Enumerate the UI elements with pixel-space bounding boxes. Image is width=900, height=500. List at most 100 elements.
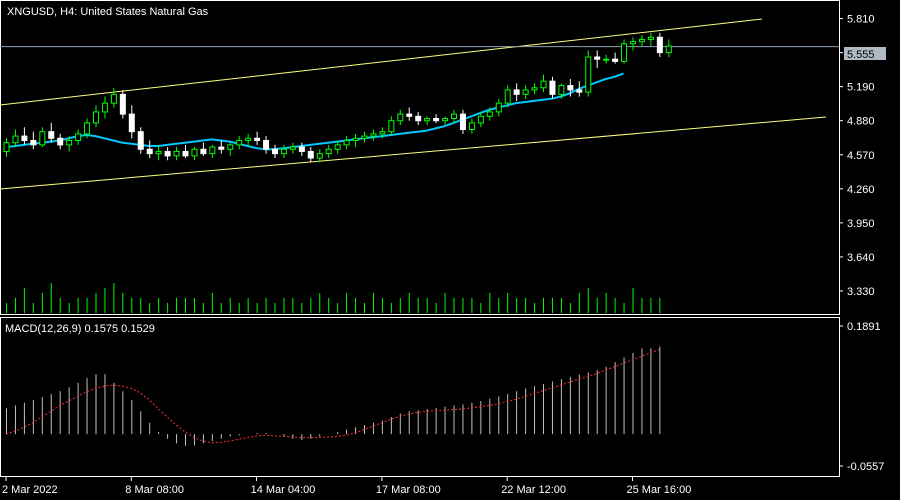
current-price-tag: 5.555 xyxy=(844,47,886,61)
candle-body xyxy=(495,102,502,113)
candle xyxy=(289,142,296,154)
candle-body xyxy=(66,139,73,146)
candle xyxy=(495,98,502,117)
candle-body xyxy=(370,133,377,137)
price-tick-label: 4.570 xyxy=(847,150,875,162)
candle-body xyxy=(361,135,368,139)
candle-body xyxy=(612,58,619,62)
candle-body xyxy=(451,113,457,120)
price-tick-label: 5.190 xyxy=(847,82,875,94)
symbol-title: XNGUSD, H4: United States Natural Gas xyxy=(7,6,209,18)
candle xyxy=(361,131,368,143)
candle xyxy=(513,83,520,101)
price-tick-label: 3.640 xyxy=(847,252,875,264)
candle xyxy=(352,133,359,148)
candle-body xyxy=(594,56,601,60)
candle xyxy=(603,54,610,64)
candle xyxy=(656,32,663,58)
candle-body xyxy=(540,80,547,89)
candle-body xyxy=(558,85,565,95)
candle xyxy=(75,129,82,145)
candle xyxy=(93,105,99,128)
candle xyxy=(173,147,180,161)
candle-body xyxy=(164,150,171,157)
candle xyxy=(12,129,19,148)
candle xyxy=(459,109,466,134)
candle-body xyxy=(119,93,126,115)
price-axis[interactable]: 5.8105.5005.1904.8804.5704.2603.9503.640… xyxy=(839,14,884,473)
candle xyxy=(119,89,126,119)
candle xyxy=(647,32,654,47)
candle-body xyxy=(137,131,144,150)
candles[interactable] xyxy=(3,32,672,163)
candle-body xyxy=(406,113,413,117)
candle-body xyxy=(585,56,592,93)
candle-body xyxy=(298,146,305,152)
candle-body xyxy=(254,137,261,141)
macd-histogram xyxy=(6,346,661,446)
price-tick-label: 4.260 xyxy=(847,184,875,196)
candle-body xyxy=(245,137,252,141)
candle-body xyxy=(84,122,91,135)
candle-body xyxy=(227,144,234,150)
candle xyxy=(594,50,601,68)
candle xyxy=(164,147,171,161)
candle-body xyxy=(388,120,395,133)
candle xyxy=(325,144,332,159)
candle xyxy=(48,122,55,143)
candle xyxy=(101,96,108,119)
candle-body xyxy=(209,146,216,155)
price-tick-label: 5.810 xyxy=(847,14,875,26)
candle xyxy=(549,76,556,99)
chart-canvas[interactable]: 5.8105.5005.1904.8804.5704.2603.9503.640… xyxy=(0,0,900,500)
candle xyxy=(218,140,225,154)
candle-body xyxy=(155,150,162,155)
candle xyxy=(57,133,64,150)
channel-lower-line xyxy=(0,116,827,190)
price-tick-label: 3.950 xyxy=(847,218,875,230)
candle-body xyxy=(93,111,99,124)
price-tick-label: 3.330 xyxy=(847,286,875,298)
candle-body xyxy=(665,45,672,54)
candle-body xyxy=(531,87,538,91)
candle xyxy=(531,83,538,95)
candle-body xyxy=(272,148,278,155)
candle-body xyxy=(630,41,636,45)
candle-body xyxy=(415,115,422,122)
candle-body xyxy=(647,36,654,40)
candle-body xyxy=(101,102,108,113)
macd-tick-label: -0.0557 xyxy=(847,461,884,473)
candle-body xyxy=(3,142,10,152)
candle-body xyxy=(307,150,314,159)
candle-body xyxy=(263,139,270,150)
candle-body xyxy=(343,139,350,146)
candle-body xyxy=(128,113,135,133)
candle-body xyxy=(236,139,243,146)
candle xyxy=(298,142,305,156)
candle-body xyxy=(48,131,55,139)
candle xyxy=(665,39,672,58)
candle-body xyxy=(442,118,449,122)
candle xyxy=(263,136,270,154)
candle-body xyxy=(433,118,440,122)
candle xyxy=(128,105,135,139)
candle xyxy=(254,131,261,145)
candle-body xyxy=(110,93,117,104)
time-axis[interactable]: 2 Mar 2022 8 Mar 08:00 14 Mar 04:00 17 Mar … xyxy=(2,476,691,496)
candle xyxy=(638,35,645,47)
candle-body xyxy=(504,89,511,104)
candle-body xyxy=(30,139,37,146)
candle-body xyxy=(468,122,475,130)
candle-body xyxy=(549,80,556,95)
volume-bars xyxy=(6,283,661,313)
candle-body xyxy=(567,85,574,91)
candle xyxy=(388,116,395,137)
candle xyxy=(468,118,475,134)
candle xyxy=(370,129,377,141)
candle xyxy=(146,140,153,159)
candle xyxy=(406,107,413,121)
candle-body xyxy=(280,148,287,155)
candle-body xyxy=(146,148,153,155)
candle-body xyxy=(334,144,341,150)
candle-body xyxy=(12,135,19,144)
